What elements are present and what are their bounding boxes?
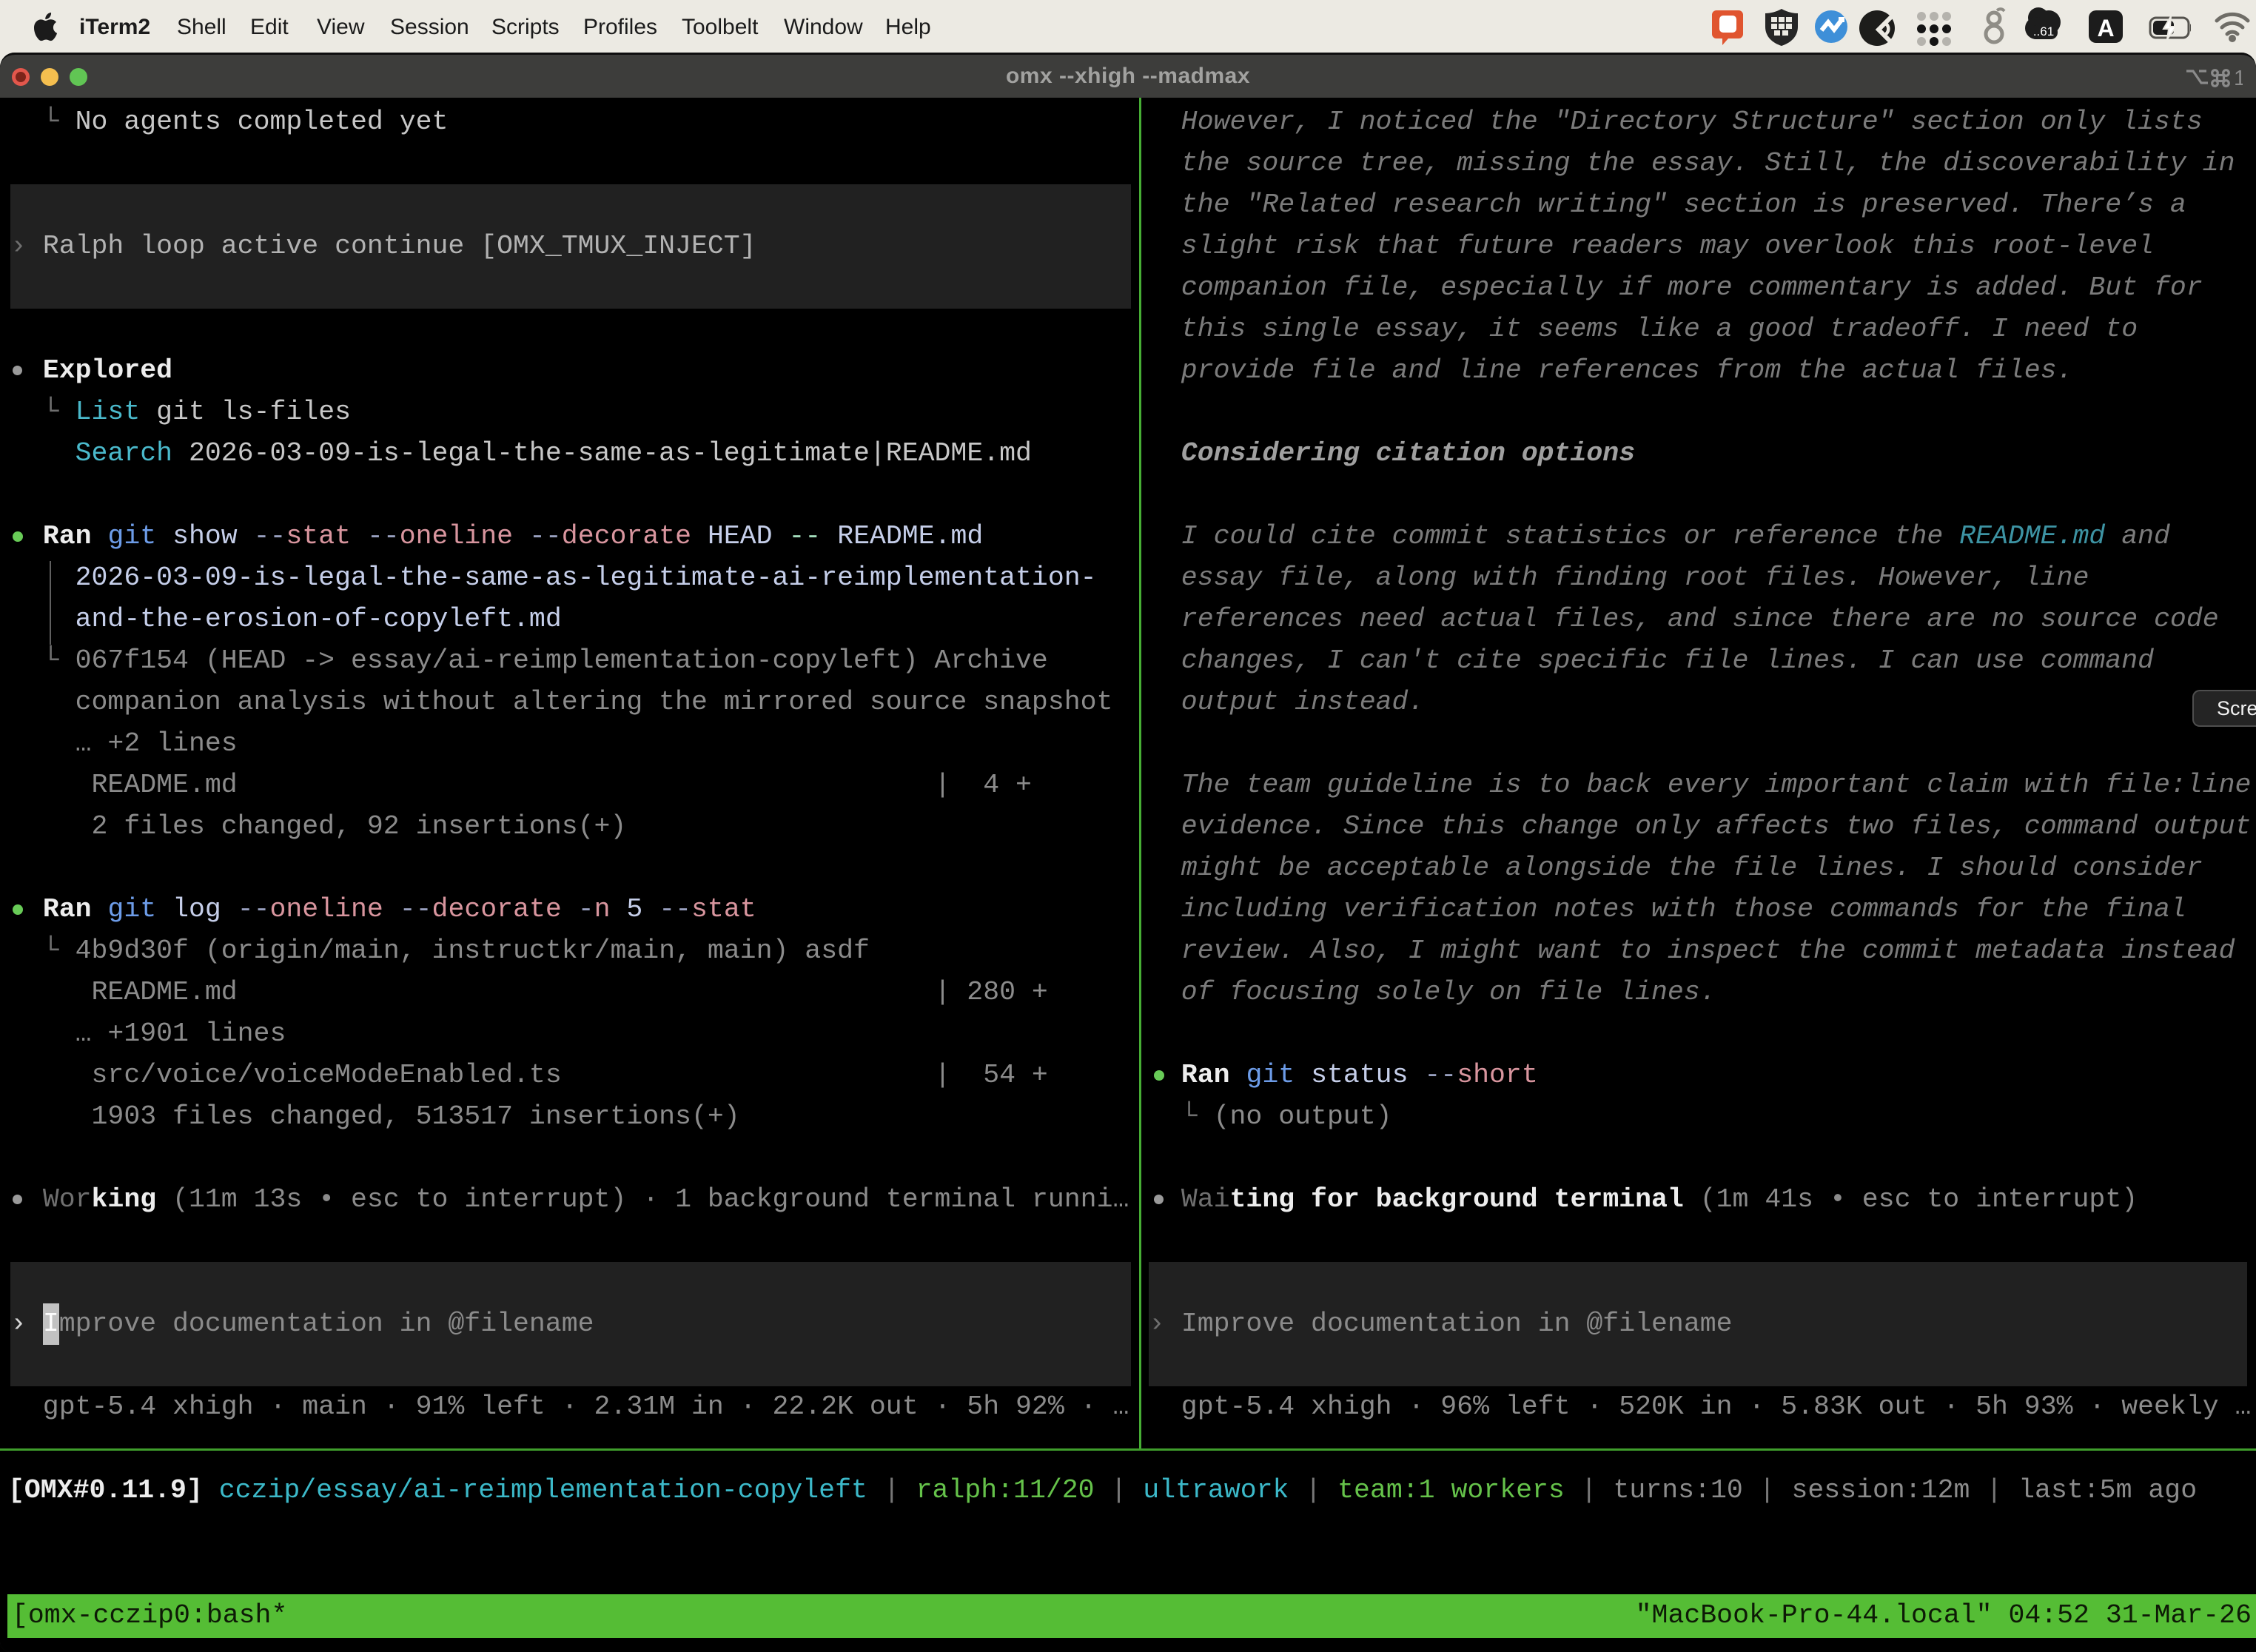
svg-text:..61: ..61 [2033, 24, 2054, 38]
svg-text:1: 1 [2234, 67, 2243, 88]
svg-text:A: A [2097, 15, 2114, 41]
